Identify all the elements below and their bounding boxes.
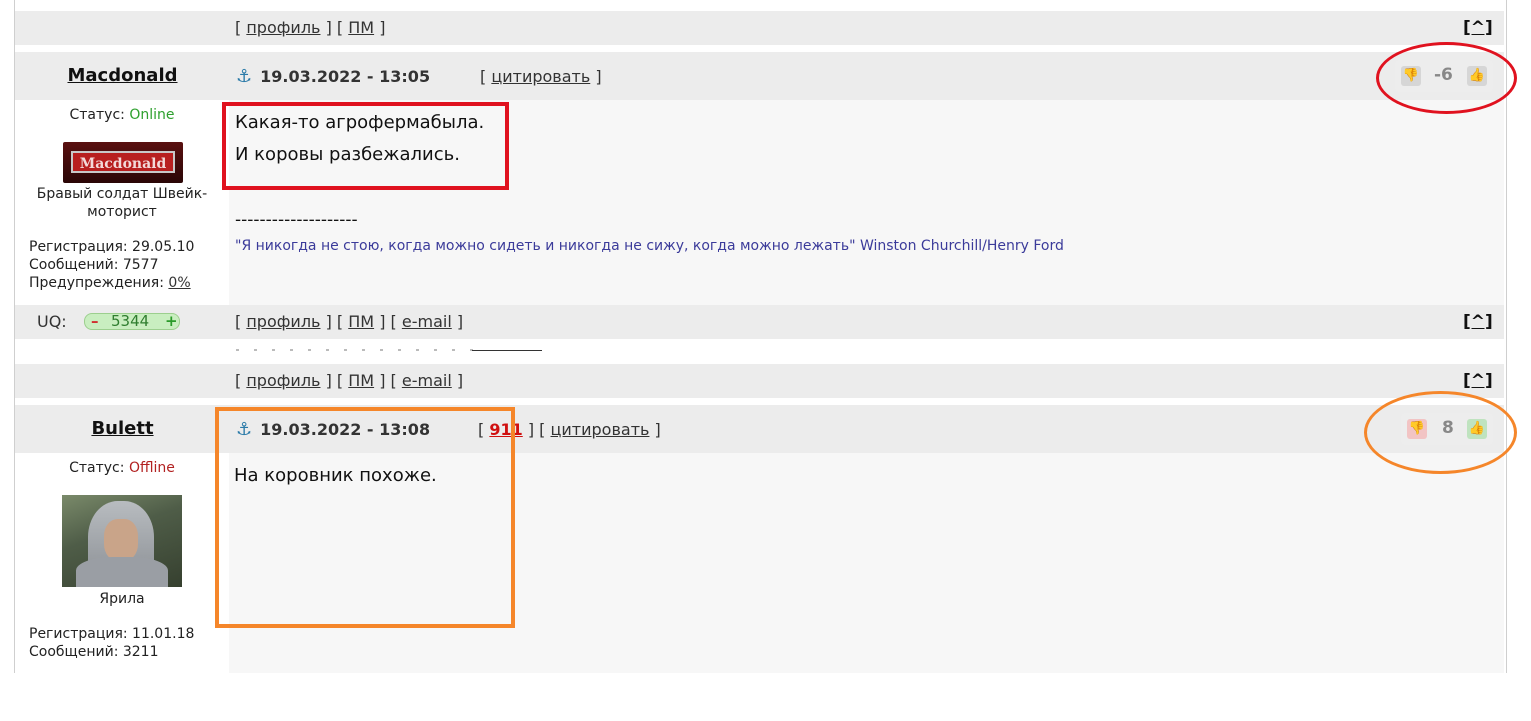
scroll-top-link[interactable]: [^]	[1463, 312, 1493, 332]
status-offline: Offline	[128, 460, 175, 476]
profile-link[interactable]: профиль	[246, 312, 320, 331]
pm-link[interactable]: ПМ	[348, 312, 374, 331]
orange-highlight-box	[215, 407, 515, 628]
red-highlight-box	[222, 102, 509, 190]
signature: "Я никогда не стою, когда можно сидеть и…	[235, 238, 1064, 254]
avatar: Macdonald	[63, 142, 183, 183]
profile-link[interactable]: профиль	[246, 18, 320, 37]
cropped-underline	[472, 350, 542, 351]
quote-button[interactable]: цитировать	[491, 67, 590, 86]
profile-link[interactable]: профиль	[246, 371, 320, 390]
author-name[interactable]: Macdonald	[30, 65, 215, 86]
email-link[interactable]: e-mail	[402, 371, 452, 390]
signature-divider: --------------------	[235, 210, 358, 230]
quote-button[interactable]: цитировать	[551, 420, 650, 439]
quote-link-wrap: [ цитировать ]	[480, 67, 602, 86]
pm-link[interactable]: ПМ	[348, 371, 374, 390]
user-messages: Сообщений: 3211	[29, 644, 159, 660]
post-date: ⚓ 19.03.2022 - 13:05	[236, 66, 431, 87]
uq-minus-button[interactable]: –	[91, 314, 99, 329]
user-registration: Регистрация: 29.05.10	[29, 239, 195, 255]
author-name[interactable]: Bulett	[30, 418, 215, 439]
user-status: Статус: Offline	[69, 460, 175, 476]
post-links: [ профиль ] [ ПМ ] [ e-mail ]	[235, 312, 464, 331]
mid-post-links: [ профиль ] [ ПМ ] [ e-mail ]	[235, 371, 464, 390]
email-link[interactable]: e-mail	[402, 312, 452, 331]
uq-widget: – 5344 +	[84, 313, 180, 330]
anchor-icon[interactable]: ⚓	[236, 66, 252, 87]
red-highlight-ellipse	[1376, 42, 1517, 114]
uq-plus-button[interactable]: +	[165, 314, 178, 329]
user-title: Бравый солдат Швейк-моторист	[36, 186, 208, 220]
user-registration: Регистрация: 11.01.18	[29, 626, 195, 642]
uq-value: 5344	[111, 312, 150, 330]
user-messages: Сообщений: 7577	[29, 257, 159, 273]
pm-link[interactable]: ПМ	[348, 18, 374, 37]
user-warnings: Предупреждения: 0%	[29, 275, 191, 291]
orange-highlight-ellipse	[1364, 391, 1517, 474]
avatar	[62, 495, 182, 587]
cropped-text-strip	[236, 349, 476, 351]
uq-label: UQ:	[37, 312, 67, 331]
status-online: Online	[129, 107, 175, 123]
scroll-top-link[interactable]: [^]	[1463, 18, 1493, 38]
user-title: Ярила	[99, 591, 145, 607]
scroll-top-link[interactable]: [^]	[1463, 371, 1493, 391]
user-status: Статус: Online	[69, 107, 175, 123]
warnings-link[interactable]: 0%	[168, 275, 190, 291]
prev-post-links: [ профиль ] [ ПМ ]	[235, 18, 386, 37]
